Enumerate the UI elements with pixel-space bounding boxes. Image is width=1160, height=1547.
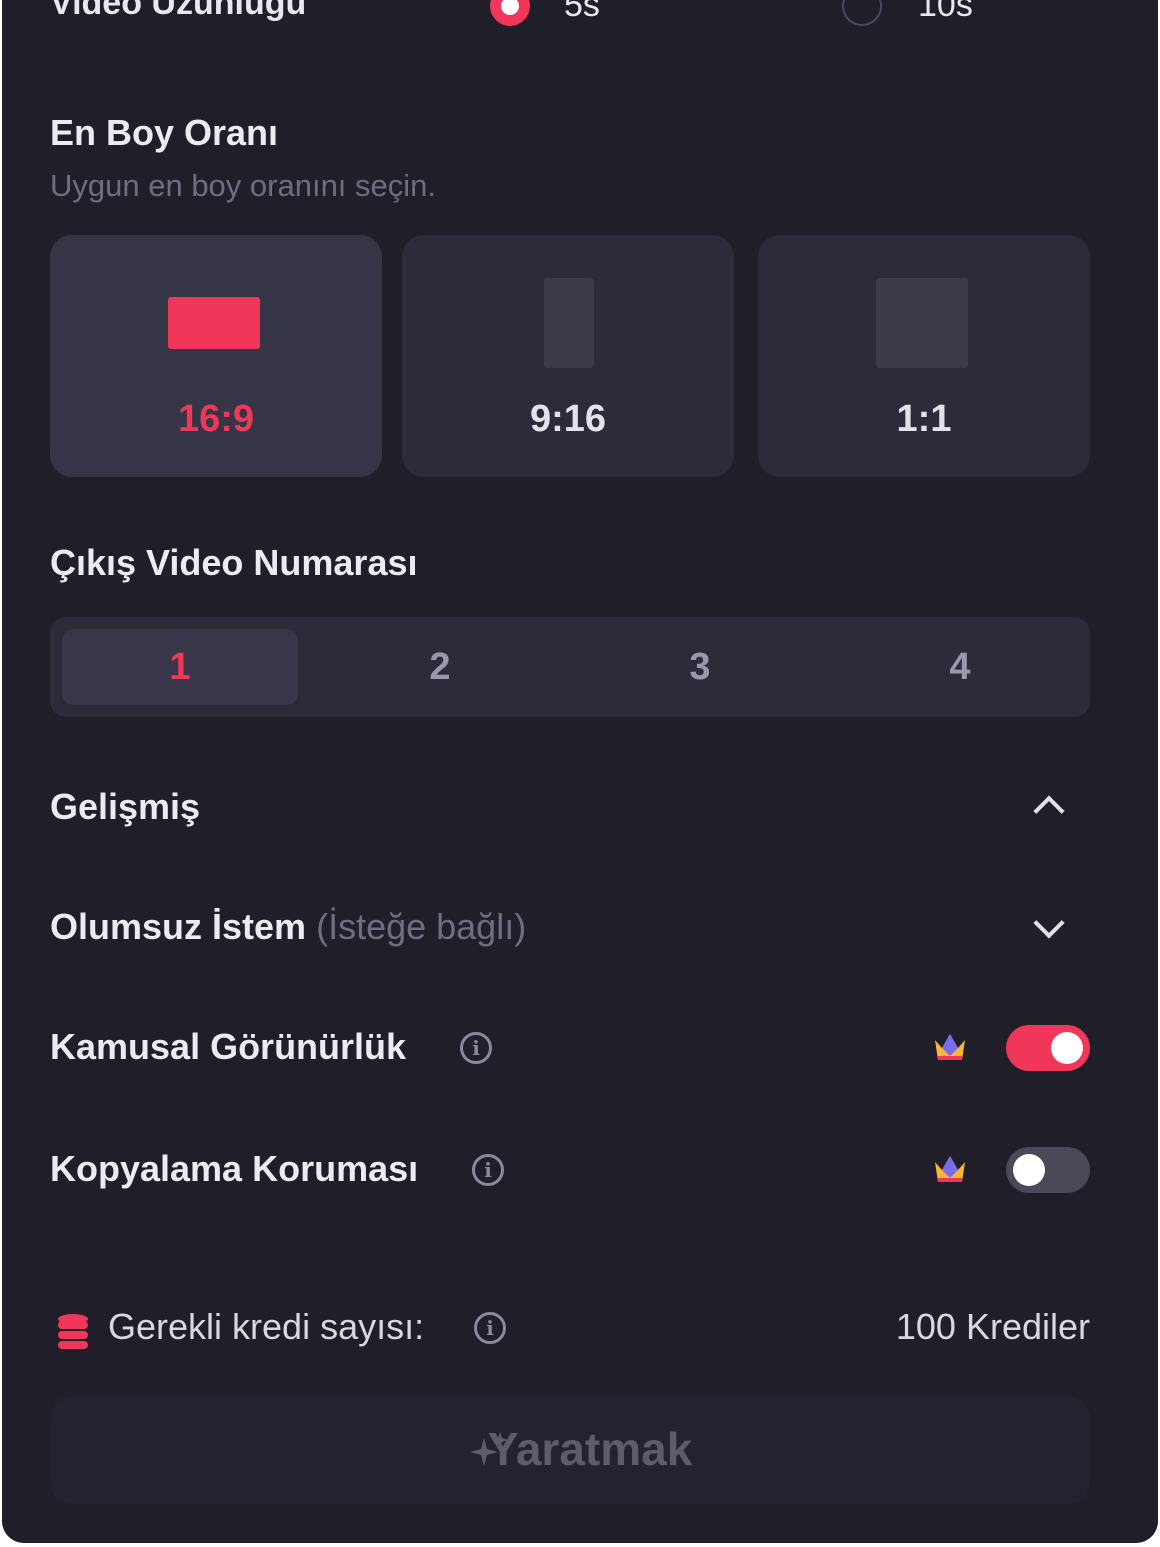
- public-visibility-switch[interactable]: [1006, 1025, 1090, 1071]
- chevron-down-icon[interactable]: [1033, 907, 1065, 939]
- crown-icon: [935, 1034, 965, 1060]
- info-icon[interactable]: i: [460, 1032, 492, 1064]
- aspect-option-1-1[interactable]: 1:1: [758, 235, 1090, 477]
- video-settings-panel: Video Uzunluğu 5s 10s En Boy Oranı Uygun…: [2, 0, 1158, 1543]
- aspect-ratio-subtitle: Uygun en boy oranını seçin.: [50, 168, 437, 203]
- square-ratio-icon: [876, 278, 968, 368]
- aspect-ratio-title: En Boy Oranı: [50, 112, 279, 153]
- output-count-option-2[interactable]: 2: [322, 629, 558, 705]
- required-credits-value: 100 Krediler: [895, 1306, 1090, 1347]
- negative-prompt-toggle[interactable]: Olumsuz İstem (İsteğe bağlı): [50, 906, 526, 948]
- required-credits-row: Gerekli kredi sayısı: i 100 Krediler: [50, 1300, 1090, 1356]
- output-count-option-3[interactable]: 3: [582, 629, 818, 705]
- chevron-up-icon[interactable]: [1033, 795, 1065, 827]
- negative-prompt-label: Olumsuz İstem: [50, 906, 307, 947]
- aspect-option-16-9[interactable]: 16:9: [50, 235, 382, 477]
- portrait-ratio-icon: [544, 278, 594, 368]
- aspect-option-label: 16:9: [177, 398, 255, 440]
- duration-radio-10s[interactable]: [842, 0, 882, 26]
- copy-protection-switch[interactable]: [1006, 1147, 1090, 1193]
- create-button-label: Yaratmak: [487, 1423, 693, 1475]
- duration-option-10s-label[interactable]: 10s: [918, 0, 973, 25]
- crown-icon: [935, 1156, 965, 1182]
- required-credits-label: Gerekli kredi sayısı:: [108, 1306, 425, 1347]
- copy-protection-label: Kopyalama Koruması: [50, 1148, 419, 1189]
- output-count-option-1[interactable]: 1: [62, 629, 298, 705]
- coins-icon: [58, 1314, 88, 1349]
- public-visibility-label: Kamusal Görünürlük: [50, 1026, 407, 1067]
- aspect-option-9-16[interactable]: 9:16: [402, 235, 734, 477]
- advanced-section-header[interactable]: Gelişmiş: [50, 786, 200, 828]
- duration-label: Video Uzunluğu: [50, 0, 307, 22]
- landscape-ratio-icon: [168, 297, 260, 349]
- info-icon[interactable]: i: [474, 1312, 506, 1344]
- info-icon[interactable]: i: [472, 1154, 504, 1186]
- output-count-title: Çıkış Video Numarası: [50, 542, 418, 583]
- aspect-option-label: 9:16: [529, 398, 607, 440]
- duration-option-5s-label[interactable]: 5s: [564, 0, 600, 25]
- output-count-selector: 1 2 3 4: [50, 617, 1090, 717]
- switch-knob: [1051, 1032, 1083, 1064]
- negative-prompt-hint: (İsteğe bağlı): [316, 906, 527, 947]
- switch-knob: [1013, 1154, 1045, 1186]
- output-count-option-4[interactable]: 4: [842, 629, 1078, 705]
- duration-radio-5s[interactable]: [490, 0, 530, 26]
- aspect-option-label: 1:1: [896, 398, 952, 440]
- create-button[interactable]: Yaratmak: [50, 1396, 1090, 1504]
